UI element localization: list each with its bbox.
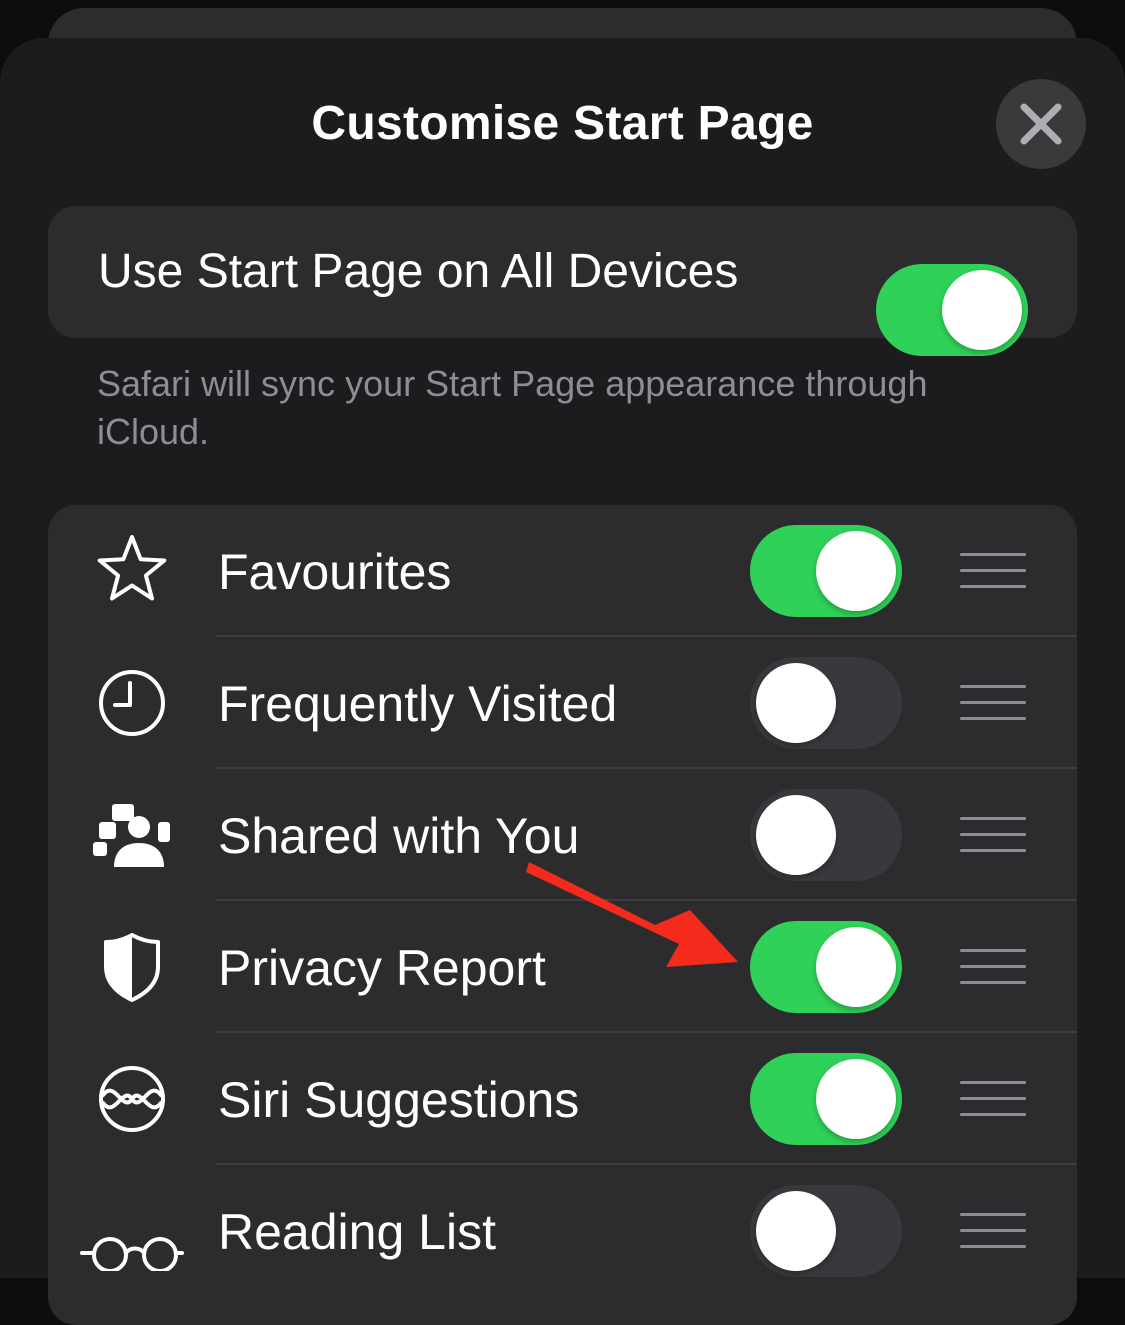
toggle-knob bbox=[942, 270, 1022, 350]
reorder-handle[interactable] bbox=[960, 1213, 1026, 1249]
section-label: Reading List bbox=[218, 1204, 496, 1260]
sections-list: Favourites Frequently Visited Shared wit… bbox=[48, 505, 1077, 1325]
toggle-knob bbox=[816, 927, 896, 1007]
sync-toggle[interactable] bbox=[876, 264, 1028, 356]
sync-setting-label: Use Start Page on All Devices bbox=[98, 245, 739, 298]
reorder-handle[interactable] bbox=[960, 817, 1026, 853]
section-row-privacy-report: Privacy Report bbox=[48, 901, 1077, 1033]
glasses-icon bbox=[78, 1191, 186, 1271]
section-label: Favourites bbox=[218, 544, 452, 600]
xmark-icon bbox=[1020, 103, 1062, 145]
section-label: Siri Suggestions bbox=[218, 1072, 580, 1128]
frequently-visited-toggle[interactable] bbox=[750, 657, 902, 749]
reading-list-toggle[interactable] bbox=[750, 1185, 902, 1277]
section-row-shared-with-you: Shared with You bbox=[48, 769, 1077, 901]
clock-icon bbox=[78, 663, 186, 743]
shared-with-you-icon bbox=[78, 795, 186, 875]
reorder-handle[interactable] bbox=[960, 553, 1026, 589]
section-row-favourites: Favourites bbox=[48, 505, 1077, 637]
toggle-knob bbox=[816, 1059, 896, 1139]
section-label: Privacy Report bbox=[218, 940, 546, 996]
section-row-frequently-visited: Frequently Visited bbox=[48, 637, 1077, 769]
favourites-toggle[interactable] bbox=[750, 525, 902, 617]
toggle-knob bbox=[816, 531, 896, 611]
sync-setting-card: Use Start Page on All Devices bbox=[48, 206, 1077, 356]
reorder-handle[interactable] bbox=[960, 685, 1026, 721]
toggle-knob bbox=[756, 1191, 836, 1271]
section-row-siri-suggestions: Siri Suggestions bbox=[48, 1033, 1077, 1165]
toggle-knob bbox=[756, 795, 836, 875]
customise-start-page-sheet: Customise Start Page Use Start Page on A… bbox=[0, 38, 1125, 1325]
reorder-handle[interactable] bbox=[960, 1081, 1026, 1117]
siri-icon bbox=[78, 1059, 186, 1139]
shared-with-you-toggle[interactable] bbox=[750, 789, 902, 881]
privacy-report-toggle[interactable] bbox=[750, 921, 902, 1013]
section-row-reading-list: Reading List bbox=[48, 1165, 1077, 1297]
star-icon bbox=[78, 531, 186, 611]
sync-footer-text: Safari will sync your Start Page appeara… bbox=[97, 363, 928, 452]
reorder-handle[interactable] bbox=[960, 949, 1026, 985]
sheet-title: Customise Start Page bbox=[311, 97, 814, 150]
toggle-knob bbox=[756, 663, 836, 743]
close-button[interactable] bbox=[996, 79, 1086, 169]
siri-suggestions-toggle[interactable] bbox=[750, 1053, 902, 1145]
section-label: Shared with You bbox=[218, 808, 580, 864]
section-label: Frequently Visited bbox=[218, 676, 618, 732]
shield-icon bbox=[78, 927, 186, 1007]
